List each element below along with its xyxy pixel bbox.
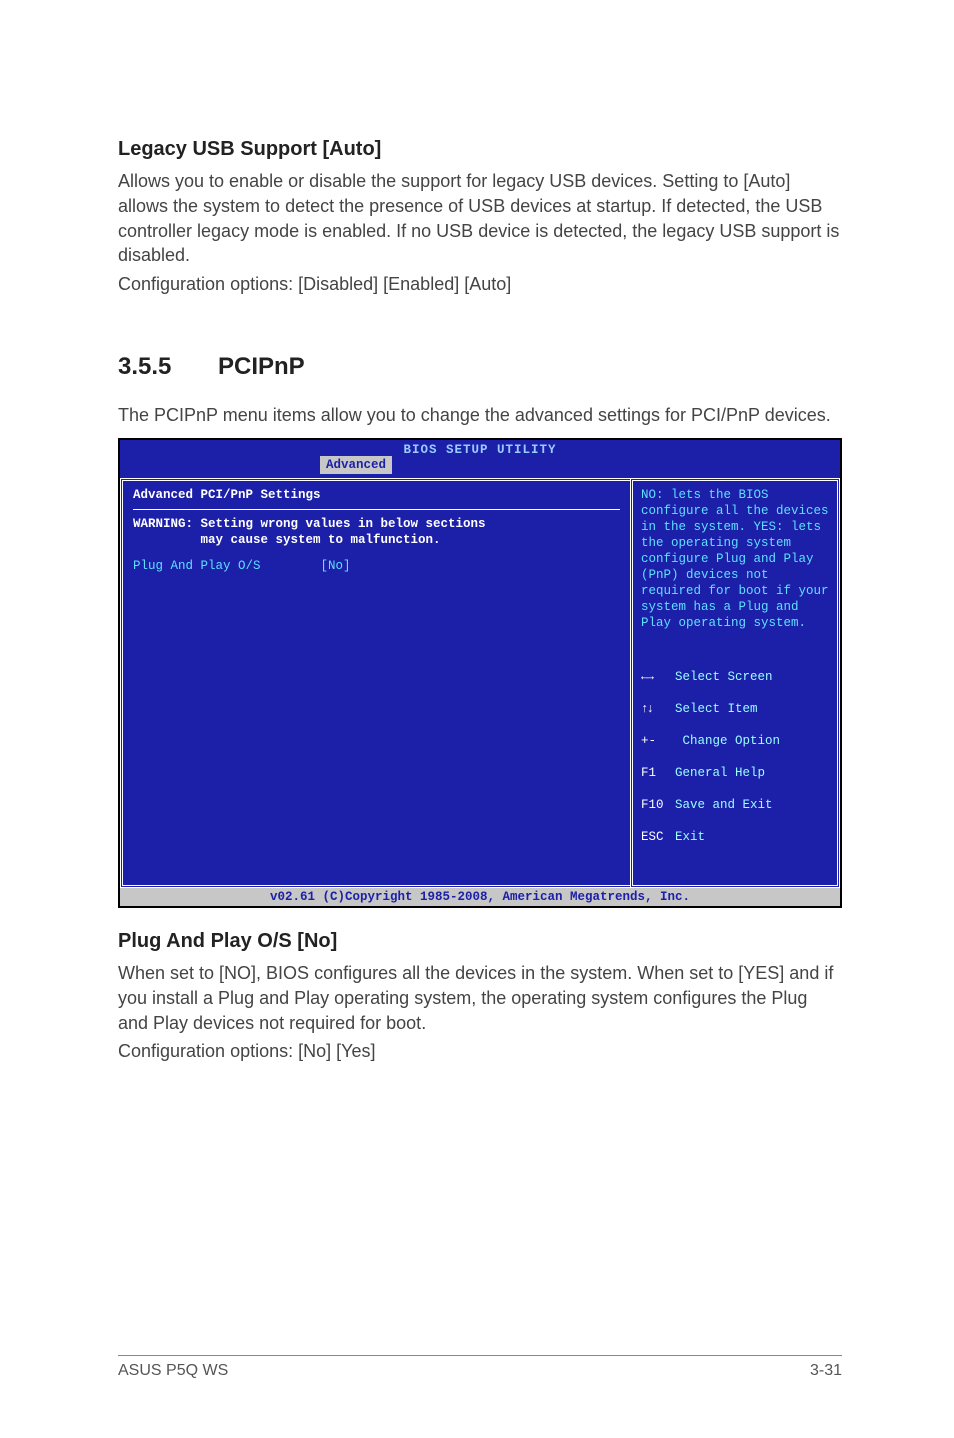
key-plus-minus: +-: [641, 733, 675, 749]
bios-key-legend: ←→Select Screen ↑↓Select Item +- Change …: [641, 653, 829, 877]
bios-right-panel: NO: lets the BIOS configure all the devi…: [630, 478, 840, 888]
bios-field-plug-and-play[interactable]: Plug And Play O/S [No]: [133, 558, 620, 574]
para-pcipnp-intro: The PCIPnP menu items allow you to chang…: [118, 403, 842, 428]
bios-screenshot: BIOS SETUP UTILITY Advanced Advanced PCI…: [118, 438, 842, 908]
para-legacy-usb-desc: Allows you to enable or disable the supp…: [118, 169, 842, 268]
bios-footer: v02.61 (C)Copyright 1985-2008, American …: [120, 888, 840, 906]
bios-divider: [133, 509, 620, 510]
para-plug-and-play-desc: When set to [NO], BIOS configures all th…: [118, 961, 842, 1035]
bios-panel-title: Advanced PCI/PnP Settings: [133, 487, 620, 503]
bios-left-panel: Advanced PCI/PnP Settings WARNING: Setti…: [120, 478, 630, 888]
bios-field-value: [No]: [321, 559, 351, 573]
section-number: 3.5.5: [118, 353, 218, 381]
key-change-option: Change Option: [683, 734, 781, 748]
footer-page-number: 3-31: [810, 1362, 842, 1380]
arrows-left-right-icon: ←→: [641, 669, 675, 685]
section-title: PCIPnP: [218, 353, 305, 381]
heading-plug-and-play: Plug And Play O/S [No]: [118, 930, 842, 953]
key-exit: Exit: [675, 830, 705, 844]
key-general-help: General Help: [675, 766, 765, 780]
key-esc: ESC: [641, 829, 675, 845]
para-plug-and-play-config: Configuration options: [No] [Yes]: [118, 1039, 842, 1064]
key-save-exit: Save and Exit: [675, 798, 773, 812]
page-footer: ASUS P5Q WS 3-31: [118, 1355, 842, 1380]
para-legacy-usb-config: Configuration options: [Disabled] [Enabl…: [118, 272, 842, 297]
bios-warning: WARNING: Setting wrong values in below s…: [133, 516, 620, 548]
key-select-item: Select Item: [675, 702, 758, 716]
bios-tab-advanced[interactable]: Advanced: [320, 456, 392, 474]
bios-field-label: Plug And Play O/S: [133, 559, 261, 573]
key-select-screen: Select Screen: [675, 670, 773, 684]
arrows-up-down-icon: ↑↓: [641, 701, 675, 717]
bios-tab-row: Advanced: [120, 456, 840, 474]
heading-legacy-usb: Legacy USB Support [Auto]: [118, 138, 842, 161]
key-f10: F10: [641, 797, 675, 813]
key-f1: F1: [641, 765, 675, 781]
footer-product: ASUS P5Q WS: [118, 1362, 228, 1380]
section-heading-pcipnp: 3.5.5 PCIPnP: [118, 353, 842, 381]
bios-help-text: NO: lets the BIOS configure all the devi…: [641, 487, 829, 631]
